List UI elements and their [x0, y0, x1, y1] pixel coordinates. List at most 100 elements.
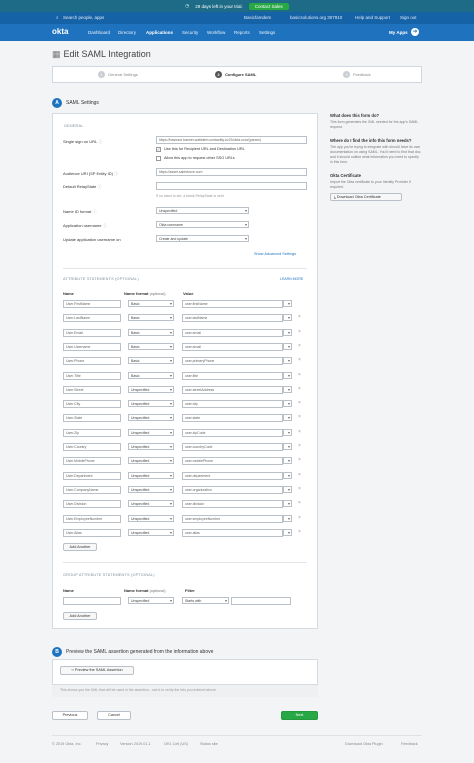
attr-value-dropdown[interactable]	[283, 429, 292, 436]
attr-format-select[interactable]: Unspecified	[128, 500, 174, 507]
footer-plugin[interactable]: Download Okta Plugin	[345, 742, 383, 746]
attr-format-select[interactable]: Basic	[128, 357, 174, 364]
attr-add-another-button[interactable]: Add Another	[63, 543, 97, 551]
info-icon[interactable]: ⓘ	[103, 223, 107, 228]
previous-button[interactable]: Previous	[52, 711, 88, 720]
attr-value-dropdown[interactable]	[283, 372, 292, 379]
attr-format-select[interactable]: Unspecified	[128, 400, 174, 407]
nav-security[interactable]: Security	[182, 30, 198, 35]
sso-url-input[interactable]: https://basicsol.banner.wallstem.contact…	[156, 136, 307, 144]
attr-format-select[interactable]: Unspecified	[128, 515, 174, 522]
cancel-button[interactable]: Cancel	[97, 711, 131, 720]
attr-name-input[interactable]: User.CompanyName	[63, 486, 121, 494]
remove-row-icon[interactable]: ×	[298, 500, 301, 506]
search-icon[interactable]: ⌕	[56, 15, 59, 20]
show-advanced-link[interactable]: Show Advanced Settings	[254, 252, 296, 256]
attr-format-select[interactable]: Unspecified	[128, 429, 174, 436]
remove-row-icon[interactable]: ×	[298, 472, 301, 478]
attr-value-dropdown[interactable]	[283, 500, 292, 507]
update-username-select[interactable]: Create and update	[156, 235, 249, 242]
footer-feedback[interactable]: Feedback	[401, 742, 418, 746]
attr-value-input[interactable]: user.email	[182, 329, 283, 337]
remove-row-icon[interactable]: ×	[298, 457, 301, 463]
attr-value-input[interactable]: user.zipCode	[182, 429, 283, 437]
name-id-select[interactable]: Unspecified	[156, 207, 249, 214]
attr-name-input[interactable]: User.Country	[63, 443, 121, 451]
attr-name-input[interactable]: User.Title	[63, 372, 121, 380]
next-button[interactable]: Next	[281, 711, 318, 720]
attr-name-input[interactable]: User.State	[63, 414, 121, 422]
attr-format-select[interactable]: Basic	[128, 343, 174, 350]
attr-value-input[interactable]: user.division	[182, 500, 283, 508]
attr-format-select[interactable]: Unspecified	[128, 486, 174, 493]
audience-input[interactable]: https://asset.salesforce.com	[156, 168, 307, 176]
attr-format-select[interactable]: Basic	[128, 314, 174, 321]
okta-logo[interactable]: okta	[52, 27, 68, 36]
nav-settings[interactable]: Settings	[259, 30, 275, 35]
remove-row-icon[interactable]: ×	[298, 357, 301, 363]
attr-name-input[interactable]: User.Alias	[63, 529, 121, 537]
download-cert-button[interactable]: ⤓ Download Okta Certificate	[330, 193, 402, 201]
attr-name-input[interactable]: User.EmployeeNumber	[63, 515, 121, 523]
attr-value-input[interactable]: user.email	[182, 343, 283, 351]
attr-value-dropdown[interactable]	[283, 515, 292, 522]
remove-row-icon[interactable]: ×	[298, 443, 301, 449]
attr-format-select[interactable]: Unspecified	[128, 529, 174, 536]
allow-other-sso-checkbox[interactable]	[156, 156, 161, 161]
attr-name-input[interactable]: User.Street	[63, 386, 121, 394]
remove-row-icon[interactable]: ×	[298, 414, 301, 420]
attr-value-input[interactable]: user.alias	[182, 529, 283, 537]
attr-format-select[interactable]: Unspecified	[128, 386, 174, 393]
sign-out-link[interactable]: Sign out	[400, 15, 417, 20]
attr-format-select[interactable]: Unspecified	[128, 443, 174, 450]
search-input[interactable]: Search people, apps	[63, 15, 104, 20]
attr-value-dropdown[interactable]	[283, 343, 292, 350]
group-filter-select[interactable]: Starts with	[182, 597, 229, 604]
remove-row-icon[interactable]: ×	[298, 329, 301, 335]
nav-directory[interactable]: Directory	[118, 30, 136, 35]
attr-format-select[interactable]: Basic	[128, 329, 174, 336]
nav-workflow[interactable]: Workflow	[207, 30, 225, 35]
remove-row-icon[interactable]: ×	[298, 400, 301, 406]
step-general[interactable]: 1 General Settings	[98, 71, 138, 78]
info-icon[interactable]: ⓘ	[114, 171, 118, 176]
info-icon[interactable]: ⓘ	[97, 184, 101, 189]
attr-name-input[interactable]: User.Department	[63, 472, 121, 480]
arrow-right-icon[interactable]: ➜	[411, 28, 419, 36]
attr-value-dropdown[interactable]	[283, 400, 292, 407]
attr-value-dropdown[interactable]	[283, 486, 292, 493]
attr-value-input[interactable]: user.lastName	[182, 314, 283, 322]
remove-row-icon[interactable]: ×	[298, 372, 301, 378]
attr-format-select[interactable]: Basic	[128, 372, 174, 379]
attr-name-input[interactable]: User.Phone	[63, 357, 121, 365]
attr-name-input[interactable]: User.FirstName	[63, 300, 121, 308]
remove-row-icon[interactable]: ×	[298, 529, 301, 535]
app-username-select[interactable]: Okta username	[156, 221, 249, 228]
attr-name-input[interactable]: User.Username	[63, 343, 121, 351]
attr-value-dropdown[interactable]	[283, 386, 292, 393]
group-format-select[interactable]: Unspecified	[128, 597, 174, 604]
attr-value-input[interactable]: user.state	[182, 414, 283, 422]
preview-saml-button[interactable]: ‹› Preview the SAML Assertion	[60, 666, 134, 675]
attr-value-dropdown[interactable]	[283, 300, 292, 307]
attr-value-input[interactable]: user.countryCode	[182, 443, 283, 451]
remove-row-icon[interactable]: ×	[298, 343, 301, 349]
attr-value-input[interactable]: user.city	[182, 400, 283, 408]
remove-row-icon[interactable]: ×	[298, 314, 301, 320]
attr-format-select[interactable]: Basic	[128, 300, 174, 307]
attr-name-input[interactable]: User.MobilePhone	[63, 457, 121, 465]
attr-format-select[interactable]: Unspecified	[128, 472, 174, 479]
attr-name-input[interactable]: User.Email	[63, 329, 121, 337]
group-filter-input[interactable]	[231, 597, 291, 605]
nav-dashboard[interactable]: Dashboard	[88, 30, 110, 35]
attr-value-input[interactable]: user.title	[182, 372, 283, 380]
attr-value-input[interactable]: user.department	[182, 472, 283, 480]
user-menu[interactable]: Basicfamdem	[244, 15, 271, 20]
remove-row-icon[interactable]: ×	[298, 386, 301, 392]
info-icon[interactable]: ⓘ	[98, 139, 102, 144]
attr-value-input[interactable]: user.organization	[182, 486, 283, 494]
attr-value-dropdown[interactable]	[283, 414, 292, 421]
my-apps-link[interactable]: My Apps	[389, 30, 408, 35]
recipient-checkbox[interactable]: ✓	[156, 147, 161, 152]
info-icon[interactable]: ⓘ	[92, 209, 96, 214]
